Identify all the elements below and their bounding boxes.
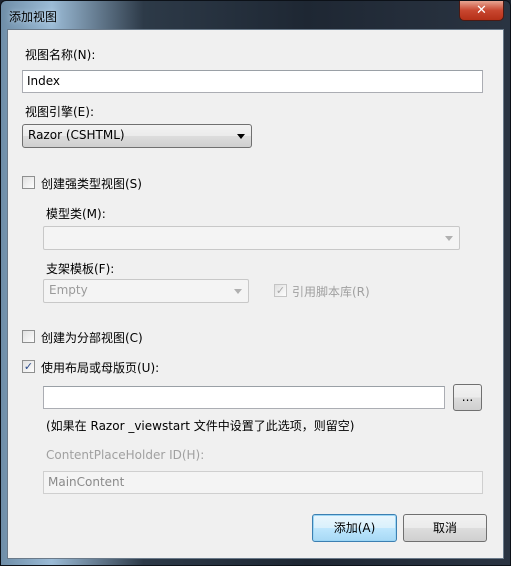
checkmark-icon: ✓: [23, 360, 34, 373]
window-title: 添加视图: [9, 10, 58, 24]
cancel-button[interactable]: 取消: [403, 514, 487, 542]
view-name-label: 视图名称(N):: [25, 48, 96, 62]
view-name-input[interactable]: Index: [22, 70, 483, 93]
scaffold-template-value: Empty: [49, 283, 88, 297]
model-class-label: 模型类(M):: [46, 207, 106, 221]
view-engine-value: Razor (CSHTML): [28, 128, 125, 142]
use-layout-label: 使用布局或母版页(U):: [41, 361, 160, 375]
partial-view-checkbox[interactable]: [22, 330, 35, 343]
model-class-combo[interactable]: [43, 226, 460, 250]
chevron-down-icon: [445, 236, 453, 241]
chevron-down-icon: [234, 289, 242, 294]
layout-hint: (如果在 Razor _viewstart 文件中设置了此选项，则留空): [46, 419, 355, 433]
partial-view-label: 创建为分部视图(C): [41, 331, 143, 345]
view-engine-select[interactable]: Razor (CSHTML): [22, 124, 252, 148]
content-placeholder-label: ContentPlaceHolder ID(H):: [46, 448, 205, 462]
view-engine-label: 视图引擎(E):: [25, 105, 94, 119]
browse-button[interactable]: ...: [453, 384, 482, 411]
content-placeholder-input[interactable]: MainContent: [43, 471, 483, 494]
use-layout-checkbox[interactable]: ✓: [22, 360, 35, 373]
scaffold-template-label: 支架模板(F):: [46, 262, 115, 276]
reference-scripts-checkbox[interactable]: ✓: [274, 284, 287, 297]
strongly-typed-checkbox[interactable]: [22, 176, 35, 189]
add-button[interactable]: 添加(A): [312, 514, 397, 542]
layout-path-input[interactable]: [43, 386, 445, 409]
checkmark-icon: ✓: [275, 284, 286, 297]
scaffold-template-select[interactable]: Empty: [43, 279, 249, 303]
close-button[interactable]: ✕: [459, 1, 504, 21]
strongly-typed-label: 创建强类型视图(S): [41, 177, 142, 191]
reference-scripts-label: 引用脚本库(R): [292, 285, 370, 299]
chevron-down-icon: [237, 134, 245, 139]
